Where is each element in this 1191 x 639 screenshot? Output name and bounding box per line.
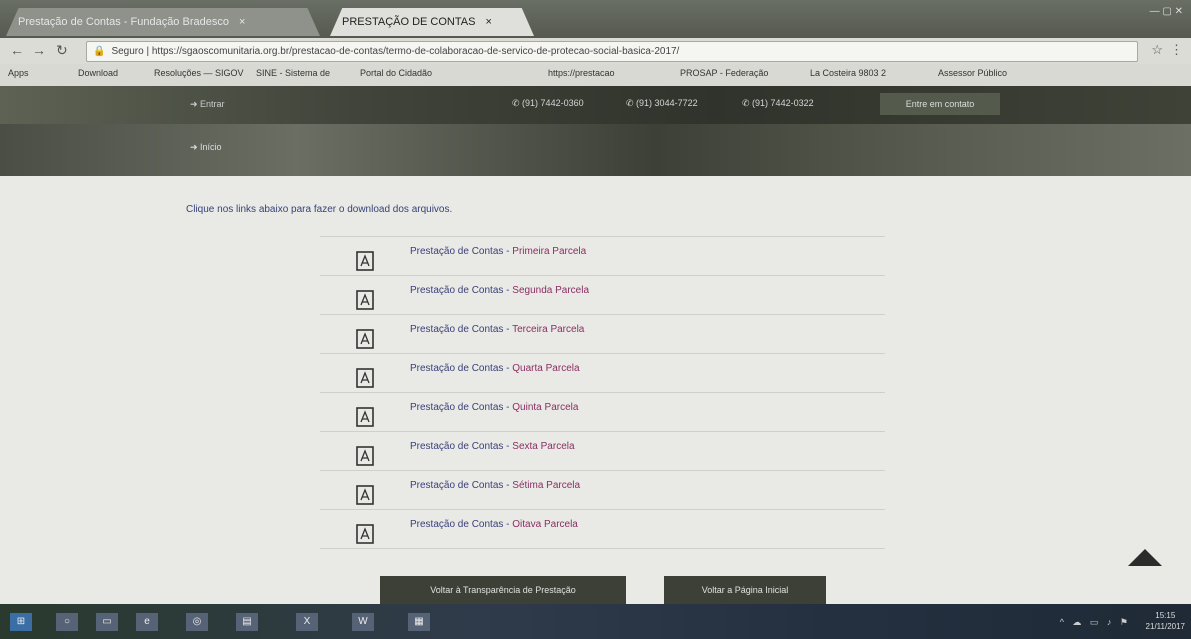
- excel-icon[interactable]: X: [296, 613, 318, 631]
- document-link[interactable]: Prestação de Contas - Segunda Parcela: [410, 285, 589, 296]
- list-item[interactable]: Prestação de Contas - Terceira Parcela: [320, 314, 885, 353]
- folder-icon[interactable]: ▤: [236, 613, 258, 631]
- close-tab-icon[interactable]: ×: [485, 16, 491, 28]
- document-link[interactable]: Prestação de Contas - Oitava Parcela: [410, 519, 578, 530]
- chrome-icon[interactable]: ◎: [186, 613, 208, 631]
- back-to-top-icon[interactable]: [1128, 549, 1162, 566]
- bookmark-apps[interactable]: Apps: [8, 68, 29, 78]
- back-transparency-button[interactable]: Voltar à Transparência de Prestação: [380, 576, 626, 604]
- bookmark-item[interactable]: Download: [78, 68, 118, 78]
- intro-text: Clique nos links abaixo para fazer o dow…: [186, 204, 453, 215]
- phone-1: ✆ (91) 7442-0360: [512, 98, 584, 108]
- bookmark-item[interactable]: Assessor Público: [938, 68, 1007, 78]
- list-item[interactable]: Prestação de Contas - Sexta Parcela: [320, 431, 885, 470]
- browser-tab-active[interactable]: PRESTAÇÃO DE CONTAS ×: [330, 8, 534, 36]
- reload-icon[interactable]: ↻: [56, 42, 68, 59]
- address-bar: ← → ↻ 🔒 Seguro | https://sgaoscomunitaria…: [0, 38, 1191, 65]
- pdf-icon: [356, 368, 374, 388]
- document-link[interactable]: Prestação de Contas - Quarta Parcela: [410, 363, 580, 374]
- close-tab-icon[interactable]: ×: [239, 16, 245, 28]
- url-text: https://sgaoscomunitaria.org.br/prestaca…: [151, 46, 680, 57]
- task-view-icon[interactable]: ▭: [96, 613, 118, 631]
- list-item[interactable]: Prestação de Contas - Oitava Parcela: [320, 509, 885, 549]
- login-link[interactable]: ➜ Entrar: [190, 99, 225, 110]
- bookmark-item[interactable]: Portal do Cidadão: [360, 68, 432, 78]
- pdf-icon: [356, 524, 374, 544]
- list-item[interactable]: Prestação de Contas - Quarta Parcela: [320, 353, 885, 392]
- site-topbar: ➜ Entrar ✆ (91) 7442-0360 ✆ (91) 3044-77…: [0, 86, 1191, 124]
- document-link[interactable]: Prestação de Contas - Quinta Parcela: [410, 402, 578, 413]
- taskbar-clock[interactable]: 15:15 21/11/2017: [1146, 610, 1185, 632]
- browser-tab[interactable]: Prestação de Contas - Fundação Bradesco ×: [6, 8, 320, 36]
- document-link[interactable]: Prestação de Contas - Primeira Parcela: [410, 246, 586, 257]
- forward-arrow-icon[interactable]: →: [32, 42, 46, 58]
- bookmark-item[interactable]: PROSAP - Federação: [680, 68, 768, 78]
- bookmark-item[interactable]: La Costeira 9803 2: [810, 68, 886, 78]
- list-item[interactable]: Prestação de Contas - Sétima Parcela: [320, 470, 885, 509]
- os-taskbar: ⊞ ○ ▭ e ◎ ▤ X W ▦ ^ ☁ ▭ ♪ ⚑ 15:15 21/11/…: [0, 604, 1191, 639]
- search-icon[interactable]: ○: [56, 613, 78, 631]
- pdf-icon: [356, 485, 374, 505]
- document-link[interactable]: Prestação de Contas - Sexta Parcela: [410, 441, 575, 452]
- lock-icon: 🔒: [93, 46, 106, 57]
- document-list: Prestação de Contas - Primeira Parcela P…: [320, 236, 885, 549]
- app-icon[interactable]: ▦: [408, 613, 430, 631]
- clock-time: 15:15: [1155, 611, 1176, 620]
- phone-2: ✆ (91) 3044-7722: [626, 98, 698, 108]
- tab-label: PRESTAÇÃO DE CONTAS: [342, 16, 476, 28]
- document-link[interactable]: Prestação de Contas - Sétima Parcela: [410, 480, 580, 491]
- edge-icon[interactable]: e: [136, 613, 158, 631]
- pdf-icon: [356, 446, 374, 466]
- menu-icon[interactable]: ⋮: [1170, 42, 1183, 58]
- pdf-icon: [356, 329, 374, 349]
- clock-date: 21/11/2017: [1145, 622, 1185, 631]
- pdf-icon: [356, 251, 374, 271]
- list-item[interactable]: Prestação de Contas - Segunda Parcela: [320, 275, 885, 314]
- bookmark-item[interactable]: https://prestacao: [548, 68, 615, 78]
- nav-home-link[interactable]: ➜ Início: [190, 142, 222, 153]
- system-tray[interactable]: ^ ☁ ▭ ♪ ⚑: [1060, 617, 1131, 628]
- window-controls[interactable]: — ▢ ✕: [1150, 6, 1183, 17]
- site-banner: ➜ Início: [0, 124, 1191, 176]
- phone-3: ✆ (91) 7442-0322: [742, 98, 814, 108]
- list-item[interactable]: Prestação de Contas - Primeira Parcela: [320, 236, 885, 275]
- bookmark-item[interactable]: Resoluções — SIGOV: [154, 68, 244, 78]
- star-icon[interactable]: ☆: [1151, 42, 1163, 58]
- document-link[interactable]: Prestação de Contas - Terceira Parcela: [410, 324, 584, 335]
- pdf-icon: [356, 290, 374, 310]
- word-icon[interactable]: W: [352, 613, 374, 631]
- pdf-icon: [356, 407, 374, 427]
- tab-label: Prestação de Contas - Fundação Bradesco: [18, 16, 229, 28]
- back-arrow-icon[interactable]: ←: [10, 42, 24, 58]
- list-item[interactable]: Prestação de Contas - Quinta Parcela: [320, 392, 885, 431]
- security-label: Seguro: [111, 46, 144, 57]
- back-home-button[interactable]: Voltar a Página Inicial: [664, 576, 826, 604]
- bookmarks-bar: Apps Download Resoluções — SIGOV SINE - …: [0, 64, 1191, 87]
- start-icon[interactable]: ⊞: [10, 613, 32, 631]
- contact-button[interactable]: Entre em contato: [880, 93, 1000, 115]
- bookmark-item[interactable]: SINE - Sistema de: [256, 68, 330, 78]
- browser-tabstrip: Prestação de Contas - Fundação Bradesco ×…: [0, 0, 1191, 38]
- url-input[interactable]: 🔒 Seguro | https://sgaoscomunitaria.org.b…: [86, 41, 1138, 62]
